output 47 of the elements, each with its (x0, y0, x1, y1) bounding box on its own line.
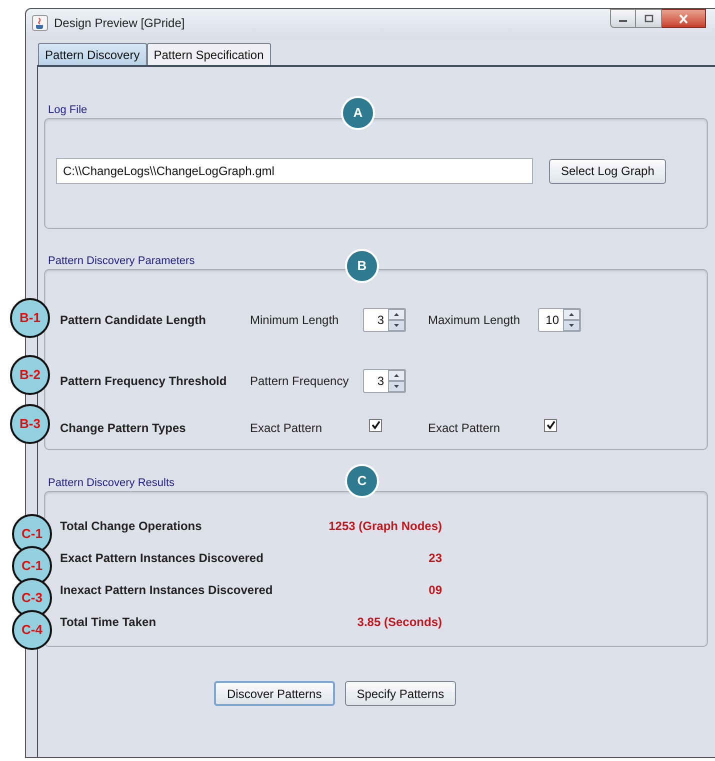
select-log-button[interactable]: Select Log Graph (549, 158, 666, 184)
number-spinner[interactable]: 3 (363, 308, 406, 332)
spinner-arrows-icon[interactable] (388, 309, 405, 331)
callout-badge: B-3 (10, 404, 50, 444)
spinner-value: 3 (376, 373, 385, 390)
callout-badge: C-4 (12, 610, 52, 650)
section-title: Pattern Discovery Parameters (48, 254, 195, 268)
row-label: Total Time Taken (60, 614, 158, 631)
maximize-button[interactable] (636, 9, 662, 28)
row-label: Pattern Frequency Threshold (60, 373, 228, 390)
checkbox[interactable] (544, 418, 557, 432)
field-label: Pattern Frequency (250, 373, 350, 390)
section-title: Log File (48, 103, 88, 117)
section-title: Pattern Discovery Results (48, 476, 175, 490)
tab[interactable]: Pattern Specification (146, 43, 271, 65)
action-button[interactable]: Specify Patterns (344, 681, 456, 706)
spinner-arrows-icon[interactable] (563, 309, 580, 331)
result-value: 3.85 (Seconds) (356, 614, 442, 631)
maximize-icon (644, 14, 654, 23)
row-label: Pattern Candidate Length (60, 312, 208, 329)
field-label: Minimum Length (250, 312, 340, 329)
spinner-value: 10 (544, 312, 560, 329)
row-label: Exact Pattern Instances Discovered (60, 550, 264, 567)
result-value: 23 (428, 550, 442, 567)
app-icon (32, 15, 48, 31)
close-icon (678, 14, 689, 24)
close-button[interactable] (662, 9, 706, 28)
minimize-button[interactable] (610, 9, 636, 28)
number-spinner[interactable]: 10 (538, 308, 581, 332)
callout-badge: B-2 (10, 355, 50, 395)
tab[interactable]: Pattern Discovery (38, 43, 147, 65)
checkbox[interactable] (369, 418, 382, 432)
field-label: Maximum Length (428, 312, 522, 329)
action-button[interactable]: Discover Patterns (214, 681, 335, 706)
spinner-value: 3 (376, 312, 385, 329)
callout-badge: B-1 (10, 298, 50, 338)
number-spinner[interactable]: 3 (363, 369, 406, 393)
spinner-arrows-icon[interactable] (388, 370, 405, 392)
row-label: Inexact Pattern Instances Discovered (60, 582, 274, 599)
field-label: Exact Pattern (428, 420, 502, 437)
result-value: 1253 (Graph Nodes) (328, 518, 442, 535)
path-field[interactable]: C:\\ChangeLogs\\ChangeLogGraph.gml (56, 158, 533, 184)
window-title: Design Preview [GPride] (54, 15, 185, 32)
field-label: Exact Pattern (250, 420, 324, 437)
result-value: 09 (428, 582, 442, 599)
row-label: Change Pattern Types (60, 420, 187, 437)
row-label: Total Change Operations (60, 518, 203, 535)
